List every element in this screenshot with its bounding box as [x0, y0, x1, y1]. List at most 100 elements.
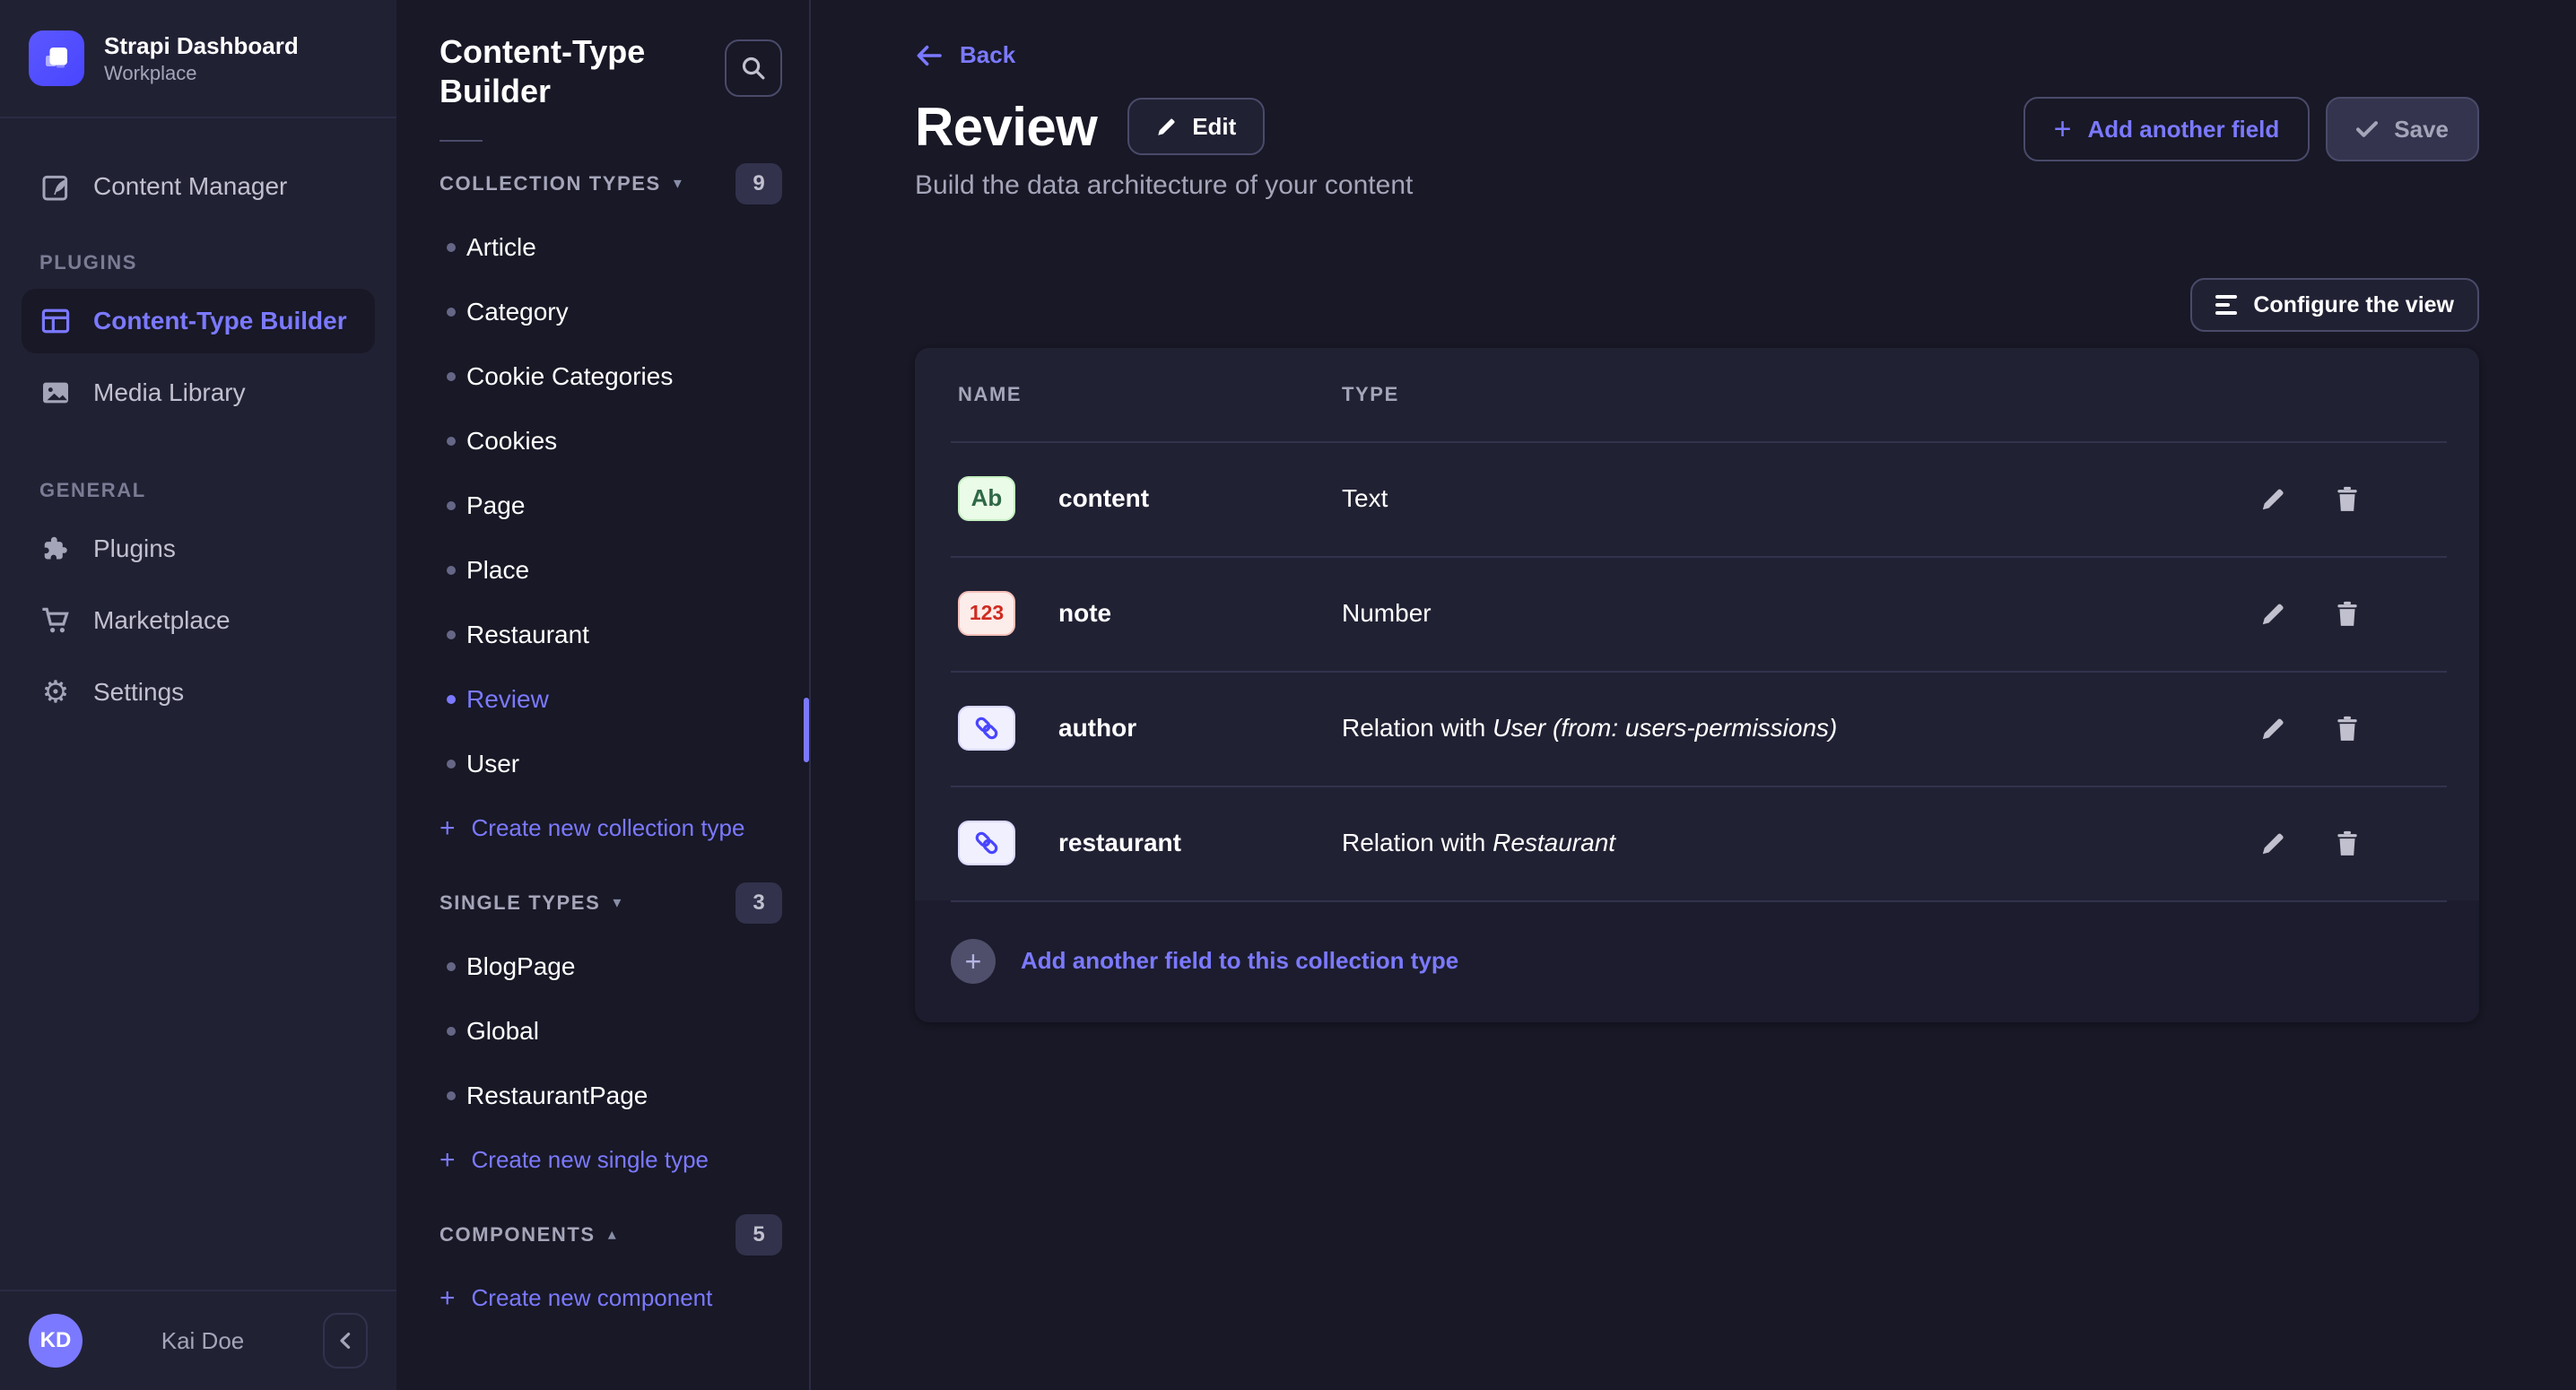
edit-button[interactable]: Edit [1127, 98, 1265, 155]
row-actions [2260, 599, 2436, 628]
back-link[interactable]: Back [915, 41, 1015, 69]
chevron-icon: ▾ [613, 893, 621, 912]
subnav-list: BlogPage Global RestaurantPage [396, 934, 809, 1128]
edit-field-button[interactable] [2260, 599, 2287, 628]
subnav-item-label: BlogPage [466, 952, 575, 981]
trash-icon [2334, 829, 2361, 857]
delete-field-button[interactable] [2334, 714, 2361, 743]
save-button[interactable]: Save [2326, 97, 2479, 161]
subnav-item[interactable]: User [396, 732, 809, 796]
subnav-section-header[interactable]: SINGLE TYPES ▾ 3 [396, 872, 809, 934]
bullet-icon [447, 760, 456, 769]
subnav-item[interactable]: Place [396, 538, 809, 603]
sidebar-item-label: Marketplace [93, 606, 231, 635]
search-button[interactable] [725, 39, 782, 97]
edit-field-button[interactable] [2260, 714, 2287, 743]
plus-icon: + [439, 1285, 456, 1312]
subnav-scrollbar-thumb[interactable] [804, 698, 809, 762]
delete-field-button[interactable] [2334, 599, 2361, 628]
row-actions [2260, 714, 2436, 743]
row-actions [2260, 484, 2436, 513]
media-library-icon [39, 377, 72, 409]
check-icon [2356, 120, 2378, 138]
content-type-builder-subnav: Content-Type Builder COLLECTION TYPES ▾ … [396, 0, 811, 1390]
create-new-link[interactable]: + Create new component [396, 1266, 809, 1331]
page-subtitle: Build the data architecture of your cont… [915, 170, 2479, 201]
table-row: 123 note Number [915, 556, 2479, 671]
edit-field-button[interactable] [2260, 829, 2287, 857]
subnav-item[interactable]: Article [396, 215, 809, 280]
field-type-icon [958, 706, 1015, 751]
bullet-icon [447, 630, 456, 639]
subnav-item-label: Review [466, 685, 549, 714]
trash-icon [2334, 714, 2361, 743]
create-new-link[interactable]: + Create new single type [396, 1128, 809, 1193]
sidebar-user-area: KD Kai Doe [0, 1290, 396, 1390]
sidebar-item-label: Settings [93, 678, 184, 707]
footer-add-field-label: Add another field to this collection typ… [1021, 947, 1458, 975]
subnav-item[interactable]: Global [396, 999, 809, 1064]
sidebar-item-content-manager[interactable]: Content Manager [22, 154, 375, 219]
column-header-name: NAME [958, 383, 1342, 406]
field-type: Text [1342, 484, 2260, 513]
divider [439, 140, 483, 142]
relation-link-icon [973, 715, 1000, 742]
subnav-item[interactable]: Restaurant [396, 603, 809, 667]
sidebar-item-media-library[interactable]: Media Library [22, 361, 375, 425]
subnav-item[interactable]: RestaurantPage [396, 1064, 809, 1128]
subnav-section: SINGLE TYPES ▾ 3 BlogPage Global Restaur… [396, 872, 809, 1193]
count-badge: 5 [735, 1214, 782, 1255]
add-another-field-button[interactable]: + Add another field [2023, 97, 2311, 161]
bullet-icon [447, 1027, 456, 1036]
subnav-item[interactable]: Category [396, 280, 809, 344]
subnav-item-label: Page [466, 491, 525, 520]
field-type: Relation with User (from: users-permissi… [1342, 714, 2260, 743]
subnav-section: COLLECTION TYPES ▾ 9 Article Category Co… [396, 152, 809, 861]
edit-field-button[interactable] [2260, 484, 2287, 513]
add-field-footer-button[interactable]: + Add another field to this collection t… [915, 900, 2479, 1022]
strapi-app: Strapi Dashboard Workplace Content Manag… [0, 0, 2576, 1390]
subnav-section-header[interactable]: COLLECTION TYPES ▾ 9 [396, 152, 809, 215]
count-badge: 9 [735, 163, 782, 204]
delete-field-button[interactable] [2334, 484, 2361, 513]
field-name-cell: 123 note [958, 591, 1342, 636]
subnav-item-label: Cookie Categories [466, 362, 673, 391]
field-name: content [1058, 484, 1149, 513]
sidebar-item-label: Content-Type Builder [93, 307, 347, 335]
subnav-item[interactable]: Page [396, 473, 809, 538]
user-name: Kai Doe [104, 1327, 301, 1355]
plus-circle-icon: + [951, 939, 996, 984]
content-manager-icon [39, 170, 72, 203]
sidebar-item-marketplace[interactable]: Marketplace [22, 588, 375, 653]
workspace-name: Workplace [104, 62, 299, 85]
collapse-sidebar-button[interactable] [323, 1313, 368, 1368]
field-type-icon: Ab [958, 476, 1015, 521]
sidebar-item-settings[interactable]: ⚙ Settings [22, 660, 375, 725]
sidebar-item-plugins[interactable]: Plugins [22, 517, 375, 581]
sidebar-item-content-type-builder[interactable]: Content-Type Builder [22, 289, 375, 353]
subnav-item[interactable]: BlogPage [396, 934, 809, 999]
subnav-item[interactable]: Cookies [396, 409, 809, 473]
back-label: Back [960, 41, 1015, 69]
main-sidebar: Strapi Dashboard Workplace Content Manag… [0, 0, 396, 1390]
configure-view-button[interactable]: Configure the view [2190, 278, 2479, 332]
delete-field-button[interactable] [2334, 829, 2361, 857]
subnav-item-label: Article [466, 233, 536, 262]
page-title: Review [915, 96, 1097, 158]
subnav-item[interactable]: Cookie Categories [396, 344, 809, 409]
table-row: restaurant Relation with Restaurant [915, 786, 2479, 900]
field-name-cell: restaurant [958, 821, 1342, 865]
trash-icon [2334, 484, 2361, 513]
bullet-icon [447, 1091, 456, 1100]
subnav-item-label: RestaurantPage [466, 1082, 648, 1110]
edit-label: Edit [1192, 113, 1236, 141]
subnav-item-label: Category [466, 298, 569, 326]
field-type-icon: 123 [958, 591, 1015, 636]
workspace-switcher[interactable]: Strapi Dashboard Workplace [0, 0, 396, 118]
subnav-item[interactable]: Review [396, 667, 809, 732]
field-type: Relation with Restaurant [1342, 829, 2260, 857]
field-name-cell: author [958, 706, 1342, 751]
create-new-link[interactable]: + Create new collection type [396, 796, 809, 861]
subnav-section-header[interactable]: COMPONENTS ▴ 5 [396, 1203, 809, 1266]
bullet-icon [447, 243, 456, 252]
